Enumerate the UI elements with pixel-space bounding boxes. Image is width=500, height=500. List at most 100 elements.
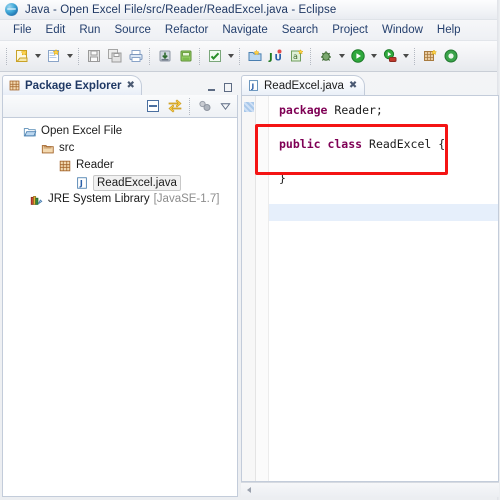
- menu-navigate[interactable]: Navigate: [215, 23, 274, 37]
- toolbar-separator: [78, 47, 80, 65]
- package-explorer-view: Package Explorer ✖ Open Excel File src R…: [2, 75, 238, 497]
- package-explorer-window-controls: [206, 82, 238, 95]
- new-package-icon[interactable]: [440, 45, 461, 67]
- editor-folding-gutter[interactable]: [256, 96, 269, 481]
- tree-item-reader[interactable]: Reader: [3, 157, 237, 174]
- new-wizard-dropdown-arrow[interactable]: [32, 45, 43, 67]
- project-tree: Open Excel File src Reader J ReadExcel.j…: [3, 118, 237, 208]
- run-external-tools-icon[interactable]: [379, 45, 400, 67]
- scroll-left-arrow-icon[interactable]: [241, 483, 256, 498]
- tree-label: src: [59, 142, 75, 154]
- save-all-icon[interactable]: [104, 45, 125, 67]
- eclipse-ball-icon: [5, 3, 18, 16]
- title-bar: Java - Open Excel File/src/Reader/ReadEx…: [0, 0, 500, 20]
- toolbar-separator: [189, 97, 191, 115]
- source-folder-icon: [41, 144, 54, 153]
- tab-readexcel-java[interactable]: J ReadExcel.java ✖: [241, 75, 366, 95]
- maximize-view-button[interactable]: [222, 82, 234, 93]
- debug-icon[interactable]: [315, 45, 336, 67]
- editor-area: J ReadExcel.java ✖ package Reader; publi…: [241, 75, 499, 497]
- tab-package-explorer[interactable]: Package Explorer ✖: [2, 75, 142, 95]
- build-all-dropdown-arrow[interactable]: [225, 45, 236, 67]
- workbench-main: Package Explorer ✖ Open Excel File src R…: [0, 73, 500, 500]
- eclipse-window: Java - Open Excel File/src/Reader/ReadEx…: [0, 0, 500, 500]
- window-title: Java - Open Excel File/src/Reader/ReadEx…: [25, 3, 337, 16]
- package-explorer-toolbar: [2, 95, 238, 117]
- print-icon[interactable]: [125, 45, 146, 67]
- close-icon[interactable]: ✖: [127, 80, 135, 91]
- debug-dropdown-arrow[interactable]: [336, 45, 347, 67]
- export-icon[interactable]: [175, 45, 196, 67]
- svg-text:U: U: [274, 54, 281, 64]
- view-menu-chevron-icon[interactable]: [218, 97, 232, 115]
- run-icon[interactable]: [347, 45, 368, 67]
- run-external-tools-dropdown-arrow[interactable]: [400, 45, 411, 67]
- editor-tab-label: ReadExcel.java: [264, 79, 344, 92]
- close-icon[interactable]: ✖: [349, 80, 357, 91]
- code-text: ReadExcel {: [362, 137, 446, 151]
- build-all-icon[interactable]: [204, 45, 225, 67]
- code-keyword: public class: [279, 137, 363, 151]
- menu-run[interactable]: Run: [72, 23, 107, 37]
- new-wizard-icon[interactable]: [11, 45, 32, 67]
- new-java-class-dropdown-arrow[interactable]: [64, 45, 75, 67]
- package-explorer-icon: [9, 80, 20, 91]
- editor-body[interactable]: package Reader; public class ReadExcel {…: [241, 95, 499, 482]
- minimize-view-button[interactable]: [206, 82, 218, 93]
- svg-text:J: J: [268, 52, 273, 63]
- new-java-project-icon[interactable]: [419, 45, 440, 67]
- tree-item-jre-system-library[interactable]: JRE System Library [JavaSE-1.7]: [3, 191, 237, 208]
- toolbar-separator: [239, 47, 241, 65]
- tree-label: JRE System Library: [48, 193, 150, 205]
- package-explorer-tab-label: Package Explorer: [25, 79, 122, 92]
- menu-bar: File Edit Run Source Refactor Navigate S…: [0, 20, 500, 41]
- code-text-area[interactable]: package Reader; public class ReadExcel {…: [255, 96, 498, 481]
- package-explorer-tree-area[interactable]: Open Excel File src Reader J ReadExcel.j…: [2, 117, 238, 497]
- menu-window[interactable]: Window: [375, 23, 430, 37]
- link-with-editor-icon[interactable]: [166, 97, 184, 115]
- tree-label-suffix: [JavaSE-1.7]: [153, 193, 220, 205]
- menu-file[interactable]: File: [6, 23, 39, 37]
- tree-item-open-excel-file[interactable]: Open Excel File: [3, 123, 237, 140]
- menu-help[interactable]: Help: [430, 23, 468, 37]
- toolbar-separator: [414, 47, 416, 65]
- save-icon[interactable]: [83, 45, 104, 67]
- java-file-icon: J: [77, 176, 87, 189]
- tree-label: ReadExcel.java: [93, 174, 181, 191]
- tree-item-readexcel-java[interactable]: J ReadExcel.java: [3, 174, 237, 191]
- new-junit-test-icon[interactable]: JU: [265, 45, 286, 67]
- search-icon[interactable]: a: [286, 45, 307, 67]
- horizontal-scrollbar[interactable]: [241, 482, 499, 497]
- package-explorer-tab-row: Package Explorer ✖: [2, 75, 238, 95]
- bookmark-marker-icon[interactable]: [244, 102, 254, 112]
- tree-label: Reader: [76, 159, 114, 171]
- code-line: package Reader;: [269, 102, 498, 119]
- import-icon[interactable]: [154, 45, 175, 67]
- editor-tab-row: J ReadExcel.java ✖: [241, 75, 499, 95]
- menu-project[interactable]: Project: [325, 23, 375, 37]
- menu-search[interactable]: Search: [275, 23, 325, 37]
- view-menu-icon[interactable]: [196, 97, 214, 115]
- menu-source[interactable]: Source: [107, 23, 157, 37]
- code-text: Reader;: [327, 103, 383, 117]
- project-folder-icon: [23, 127, 37, 136]
- menu-refactor[interactable]: Refactor: [158, 23, 215, 37]
- package-icon: [59, 160, 71, 171]
- collapse-all-icon[interactable]: [144, 97, 162, 115]
- new-java-class-icon[interactable]: [43, 45, 64, 67]
- run-dropdown-arrow[interactable]: [368, 45, 379, 67]
- svg-text:J: J: [79, 179, 83, 188]
- menu-edit[interactable]: Edit: [39, 23, 73, 37]
- editor-annotation-gutter[interactable]: [242, 96, 256, 481]
- open-type-icon[interactable]: [244, 45, 265, 67]
- toolbar-separator: [149, 47, 151, 65]
- code-line-current: [269, 204, 498, 221]
- tree-label: Open Excel File: [41, 125, 123, 137]
- toolbar-separator: [310, 47, 312, 65]
- code-text: }: [279, 171, 286, 185]
- main-toolbar: JU a: [0, 0, 500, 500]
- svg-text:a: a: [293, 52, 298, 61]
- tree-item-src[interactable]: src: [3, 140, 237, 157]
